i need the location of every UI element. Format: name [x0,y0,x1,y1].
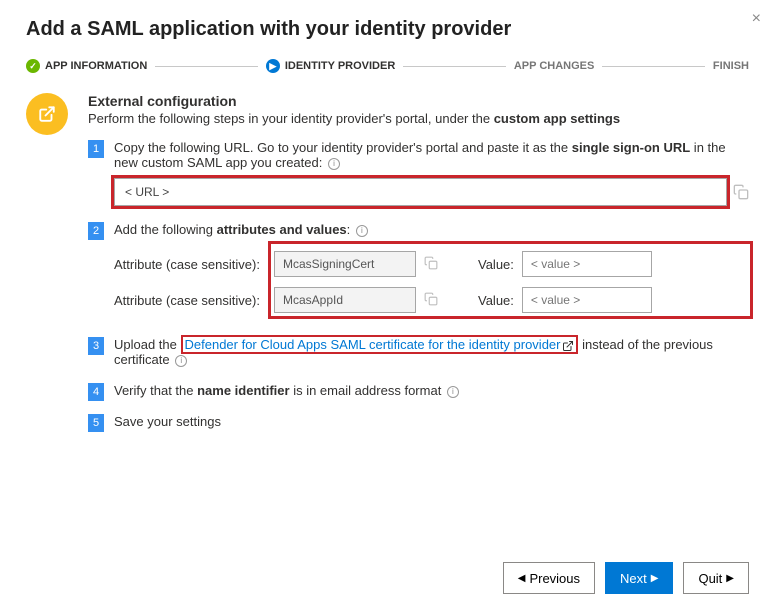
info-icon[interactable]: i [356,225,368,237]
next-label: Next [620,571,647,586]
instruction-step-3: Upload the Defender for Cloud Apps SAML … [88,337,749,367]
external-link-icon [562,340,574,352]
stepper-finish[interactable]: FINISH [713,60,749,72]
instruction-step-1: Copy the following URL. Go to your ident… [88,140,749,206]
attribute-row-2: Attribute (case sensitive): Value: [114,287,743,313]
stepper-divider [602,66,705,67]
copy-icon[interactable] [424,292,440,308]
sso-url-field[interactable]: < URL > [114,178,727,206]
attribute-label: Attribute (case sensitive): [114,293,266,308]
stepper-label: IDENTITY PROVIDER [285,60,395,72]
attribute-name-input-1[interactable] [274,251,416,277]
stepper-divider [403,66,506,67]
info-icon[interactable]: i [447,386,459,398]
attribute-value-input-1[interactable] [522,251,652,277]
section-desc-pre: Perform the following steps in your iden… [88,111,494,126]
section-title: External configuration [88,93,749,109]
value-label: Value: [478,293,514,308]
previous-button[interactable]: ◀ Previous [503,562,595,594]
current-step-icon: ▶ [266,59,280,73]
instruction-step-2: Add the following attributes and values:… [88,222,749,321]
stepper-label: APP INFORMATION [45,60,147,72]
info-icon[interactable]: i [175,355,187,367]
saml-wizard-dialog: × Add a SAML application with your ident… [0,0,775,608]
chevron-left-icon: ◀ [518,573,526,584]
info-icon[interactable]: i [328,158,340,170]
section-description: Perform the following steps in your iden… [88,111,749,126]
stepper-app-information[interactable]: ✓ APP INFORMATION [26,59,147,73]
previous-label: Previous [529,571,580,586]
attribute-row-1: Attribute (case sensitive): Value: [114,251,743,277]
wizard-stepper: ✓ APP INFORMATION ▶ IDENTITY PROVIDER AP… [26,59,749,73]
next-button[interactable]: Next ▶ [605,562,673,594]
external-link-circle-icon [26,93,68,135]
chevron-right-icon: ▶ [726,573,734,584]
certificate-download-link[interactable]: Defender for Cloud Apps SAML certificate… [185,337,561,352]
copy-icon[interactable] [733,184,749,200]
section-desc-bold: custom app settings [494,111,620,126]
value-label: Value: [478,257,514,272]
chevron-right-icon: ▶ [651,573,659,584]
instruction-step-5: Save your settings [88,414,749,429]
copy-icon[interactable] [424,256,440,272]
attribute-label: Attribute (case sensitive): [114,257,266,272]
dialog-footer: ◀ Previous Next ▶ Quit ▶ [26,552,749,594]
stepper-app-changes[interactable]: APP CHANGES [514,60,594,72]
attribute-value-input-2[interactable] [522,287,652,313]
close-icon[interactable]: × [752,10,761,28]
stepper-identity-provider[interactable]: ▶ IDENTITY PROVIDER [266,59,395,73]
quit-button[interactable]: Quit ▶ [683,562,749,594]
stepper-label: FINISH [713,60,749,72]
stepper-label: APP CHANGES [514,60,594,72]
quit-label: Quit [698,571,722,586]
dialog-title: Add a SAML application with your identit… [26,18,749,41]
instruction-step-4: Verify that the name identifier is in em… [88,383,749,398]
check-icon: ✓ [26,59,40,73]
stepper-divider [155,66,258,67]
attribute-name-input-2[interactable] [274,287,416,313]
